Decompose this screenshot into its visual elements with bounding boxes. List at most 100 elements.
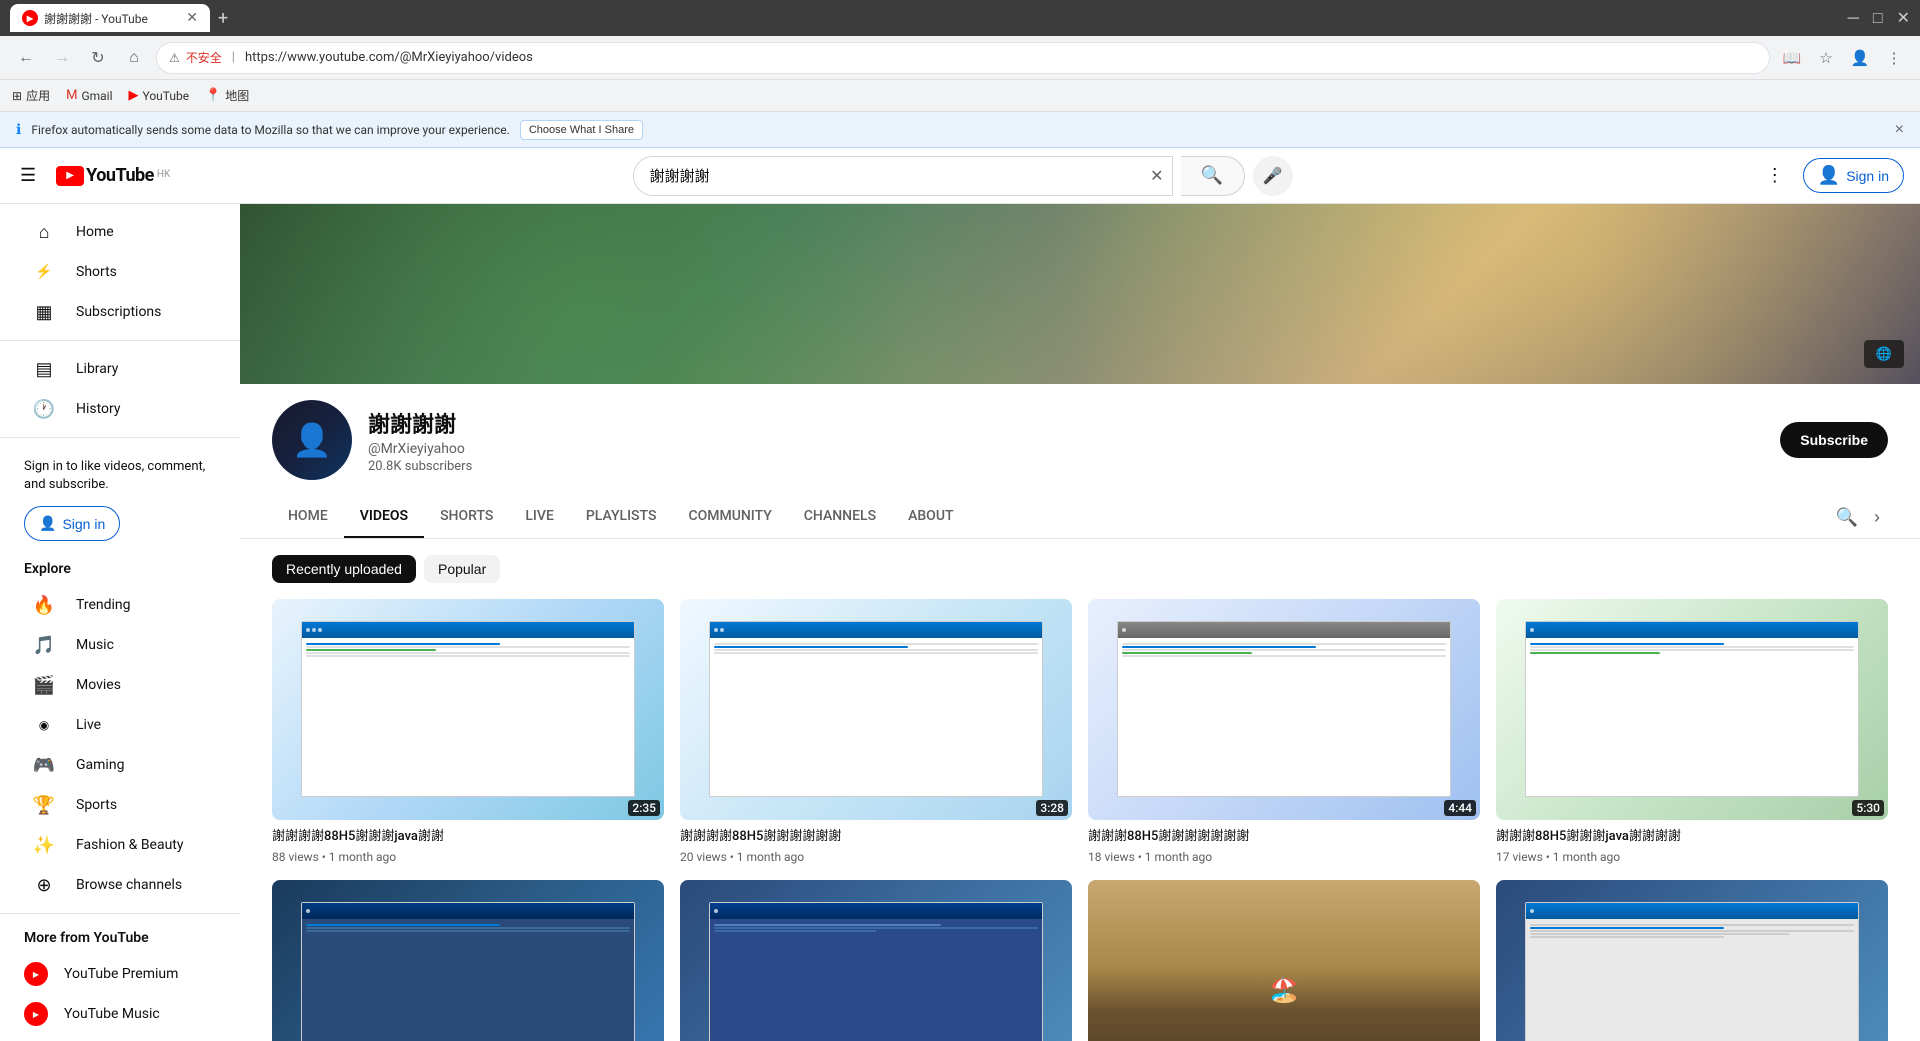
search-submit-button[interactable]: 🔍 <box>1181 156 1245 196</box>
tab-home[interactable]: HOME <box>272 496 344 538</box>
tab-close-button[interactable]: ✕ <box>186 10 198 26</box>
sign-in-button[interactable]: 👤 Sign in <box>1803 158 1904 193</box>
address-bar[interactable]: ⚠ 不安全 | https://www.youtube.com/@MrXieyi… <box>156 42 1770 74</box>
tab-videos[interactable]: VIDEOS <box>344 496 424 538</box>
history-icon: 🕐 <box>32 399 56 420</box>
tab-shorts[interactable]: SHORTS <box>424 496 509 538</box>
info-bar-close-button[interactable]: × <box>1895 121 1904 139</box>
sidebar-item-library[interactable]: ▤ Library <box>8 349 232 389</box>
video-stats-3: 18 views • 1 month ago <box>1088 850 1480 864</box>
more-options-button[interactable]: ⋮ <box>1755 156 1795 196</box>
video-stats-1: 88 views • 1 month ago <box>272 850 664 864</box>
sidebar-item-premium[interactable]: YouTube Premium <box>0 954 240 994</box>
sidebar-item-gaming[interactable]: 🎮 Gaming <box>8 745 232 785</box>
bookmark-youtube[interactable]: ▶ YouTube <box>129 88 190 103</box>
tab-channels[interactable]: CHANNELS <box>788 496 892 538</box>
globe-icon: 🌐 <box>1876 346 1892 362</box>
sidebar-signin-section: Sign in to like videos, comment, and sub… <box>0 446 240 553</box>
video-thumb-4: 5:30 <box>1496 599 1888 820</box>
sidebar: ⌂ Home ⚡ Shorts ▦ Subscriptions ▤ <box>0 204 240 1041</box>
security-label: 不安全 <box>186 49 222 66</box>
sidebar-browse-channels[interactable]: ⊕ Browse channels <box>8 865 232 905</box>
sidebar-item-fashion[interactable]: ✨ Fashion & Beauty <box>8 825 232 865</box>
sync-button[interactable]: 👤 <box>1846 44 1874 72</box>
music-icon: 🎵 <box>32 635 56 656</box>
subscribe-button[interactable]: Subscribe <box>1780 422 1888 458</box>
window-controls: ─ □ ✕ <box>1838 8 1910 28</box>
thumb-titlebar-8 <box>1526 903 1857 919</box>
video-card-3[interactable]: 4:44 謝謝謝88H5謝謝謝謝謝謝謝 18 views • 1 month a… <box>1088 599 1480 864</box>
channel-tabs-more-button[interactable]: › <box>1866 499 1888 536</box>
search-input[interactable] <box>634 157 1143 195</box>
browser-tab[interactable]: ▶ 謝謝謝謝 - YouTube ✕ <box>10 4 210 32</box>
search-clear-button[interactable]: ✕ <box>1142 166 1171 186</box>
video-card-6[interactable]: 4:02 謝謝謝謝88H5謝謝謝謝謝謝 9 views • 1 month ag… <box>680 880 1072 1041</box>
fashion-icon: ✨ <box>32 835 56 856</box>
channel-language-button[interactable]: 🌐 <box>1864 340 1904 368</box>
video-duration-4: 5:30 <box>1852 800 1884 816</box>
signin-user-icon: 👤 <box>39 515 56 532</box>
back-button[interactable]: ← <box>12 44 40 72</box>
video-card-2[interactable]: 3:28 謝謝謝謝88H5謝謝謝謝謝謝 20 views • 1 month a… <box>680 599 1072 864</box>
video-card-8[interactable]: 6:10 謝謝謝謝88H5謝謝謝謝謝謝謝謝 3 views • 2 months… <box>1496 880 1888 1041</box>
video-card-4[interactable]: 5:30 謝謝謝88H5謝謝謝java謝謝謝謝 17 views • 1 mon… <box>1496 599 1888 864</box>
thumb-body-2 <box>710 638 1041 796</box>
sidebar-item-music[interactable]: 🎵 Music <box>8 625 232 665</box>
bookmark-button[interactable]: ☆ <box>1812 44 1840 72</box>
sidebar-item-live[interactable]: ◉ Live <box>8 705 232 745</box>
url-text: https://www.youtube.com/@MrXieyiyahoo/vi… <box>245 50 533 65</box>
tab-community[interactable]: COMMUNITY <box>672 496 787 538</box>
sidebar-signin-button[interactable]: 👤 Sign in <box>24 506 120 541</box>
filter-bar: Recently uploaded Popular <box>272 555 1888 583</box>
thumb-content-8 <box>1496 880 1888 1041</box>
thumb-window-1 <box>301 621 634 797</box>
tab-about[interactable]: ABOUT <box>892 496 969 538</box>
subscriptions-icon: ▦ <box>32 302 56 323</box>
home-button[interactable]: ⌂ <box>120 44 148 72</box>
tab-playlists[interactable]: PLAYLISTS <box>570 496 673 538</box>
close-window-button[interactable]: ✕ <box>1897 8 1910 28</box>
sidebar-item-trending[interactable]: 🔥 Trending <box>8 585 232 625</box>
sidebar-history-label: History <box>76 401 121 417</box>
choose-share-button[interactable]: Choose What I Share <box>520 120 643 140</box>
filter-recently-uploaded[interactable]: Recently uploaded <box>272 555 416 583</box>
sidebar-item-yt-music[interactable]: YouTube Music <box>0 994 240 1034</box>
sidebar-item-subscriptions[interactable]: ▦ Subscriptions <box>8 292 232 332</box>
separator: | <box>232 50 235 65</box>
voice-search-button[interactable]: 🎤 <box>1253 156 1293 196</box>
reader-view-button[interactable]: 📖 <box>1778 44 1806 72</box>
maps-label: 地图 <box>225 87 249 104</box>
minimize-button[interactable]: ─ <box>1848 8 1859 28</box>
sidebar-item-shorts[interactable]: ⚡ Shorts <box>8 252 232 292</box>
channel-search-button[interactable]: 🔍 <box>1828 499 1866 536</box>
video-stats-2: 20 views • 1 month ago <box>680 850 1072 864</box>
video-views-1: 88 views <box>272 850 319 864</box>
bookmark-apps[interactable]: ⊞ 应用 <box>12 87 50 104</box>
youtube-logo[interactable]: YouTube HK <box>56 165 170 186</box>
extensions-button[interactable]: ⋮ <box>1880 44 1908 72</box>
sidebar-item-home[interactable]: ⌂ Home <box>8 212 232 252</box>
sidebar-item-movies[interactable]: 🎬 Movies <box>8 665 232 705</box>
movies-icon: 🎬 <box>32 675 56 696</box>
tab-favicon: ▶ <box>22 10 38 26</box>
thumb-content-5 <box>272 880 664 1041</box>
tab-live[interactable]: LIVE <box>509 496 569 538</box>
video-card-7[interactable]: 🏖️ 2:50 謝謝謝謝謝謝謝謝謝謝謝謝 5 views <box>1088 880 1480 1041</box>
forward-button[interactable]: → <box>48 44 76 72</box>
info-icon: ℹ <box>16 122 21 138</box>
filter-popular[interactable]: Popular <box>424 555 500 583</box>
sidebar-home-label: Home <box>76 224 114 240</box>
new-tab-button[interactable]: + <box>218 8 228 29</box>
sidebar-item-history[interactable]: 🕐 History <box>8 389 232 429</box>
video-card-1[interactable]: 2:35 謝謝謝謝88H5謝謝謝java謝謝 88 views • 1 mont… <box>272 599 664 864</box>
trending-icon: 🔥 <box>32 595 56 616</box>
maximize-button[interactable]: □ <box>1873 8 1883 28</box>
bookmark-gmail[interactable]: M Gmail <box>66 88 112 103</box>
video-meta-2: 謝謝謝謝88H5謝謝謝謝謝謝 20 views • 1 month ago <box>680 828 1072 864</box>
bookmark-maps[interactable]: 📍 地图 <box>205 87 249 104</box>
sidebar-item-sports[interactable]: 🏆 Sports <box>8 785 232 825</box>
refresh-button[interactable]: ↻ <box>84 44 112 72</box>
header-right-actions: ⋮ 👤 Sign in <box>1755 156 1904 196</box>
menu-button[interactable]: ☰ <box>16 161 40 190</box>
video-card-5[interactable]: 3:15 謝謝謝謝88H5謝謝謝謝謝謝 12 views • 1 month a… <box>272 880 664 1041</box>
